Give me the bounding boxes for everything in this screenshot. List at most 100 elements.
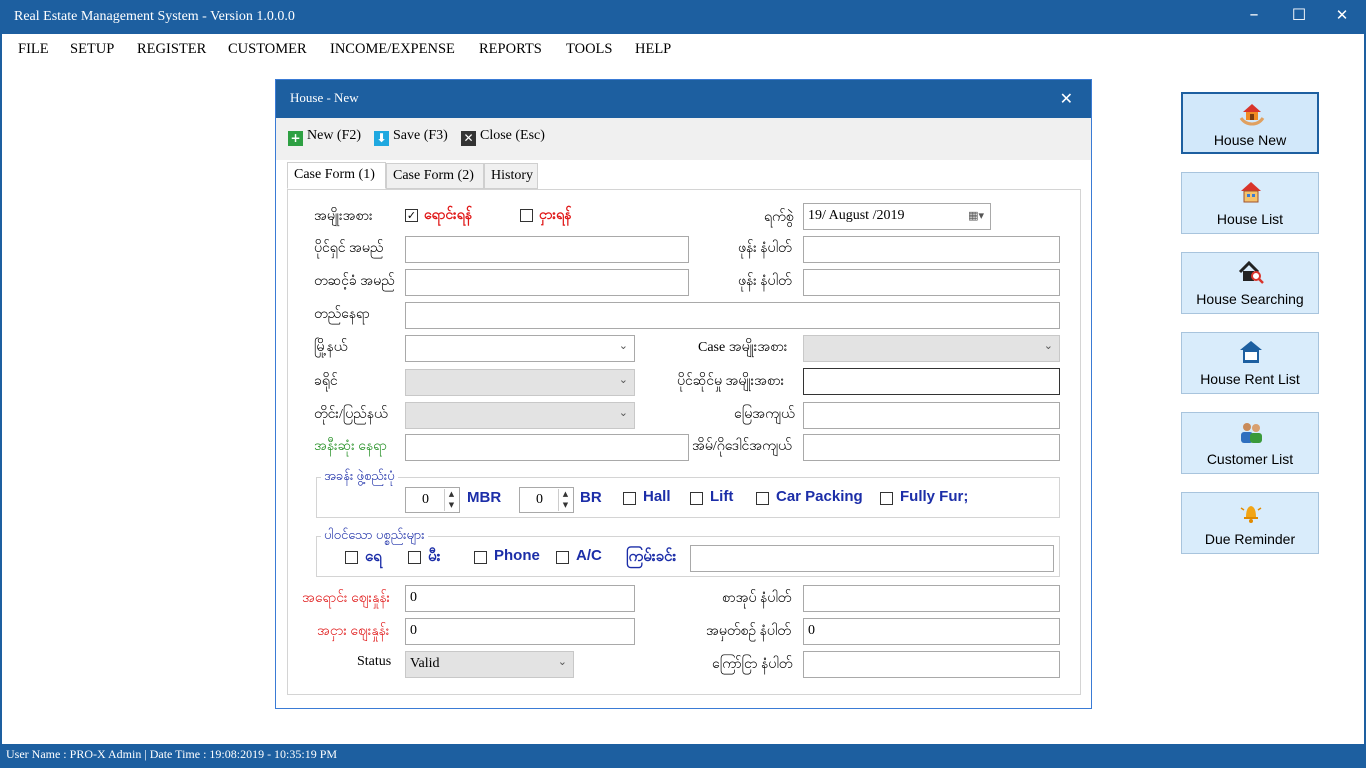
rent-price-input[interactable]: 0: [405, 618, 635, 645]
close-button-label: Close (Esc): [480, 128, 545, 143]
house-new-label: House New: [1213, 132, 1287, 148]
house-list-label: House List: [1216, 211, 1284, 227]
menu-tools[interactable]: TOOLS: [566, 41, 612, 58]
phone-checkbox[interactable]: [474, 551, 487, 564]
status-bar-text: User Name : PRO-X Admin | Date Time : 19…: [6, 747, 338, 761]
address-input[interactable]: [405, 302, 1060, 329]
district-label: ခရိုင်: [314, 374, 338, 389]
rent-checkbox[interactable]: [520, 209, 533, 222]
owner-name-input[interactable]: [405, 236, 689, 263]
sale-price-input[interactable]: 0: [405, 585, 635, 612]
date-value: 19/ August /2019: [808, 208, 905, 223]
sale-price-value: 0: [410, 590, 417, 605]
chevron-down-icon: ⌄: [1043, 339, 1053, 352]
sale-checkbox[interactable]: ✓: [405, 209, 418, 222]
status-value: Valid: [410, 656, 440, 671]
menu-help[interactable]: HELP: [635, 41, 671, 58]
phone2-input[interactable]: [803, 269, 1060, 296]
fully-furnished-checkbox[interactable]: [880, 492, 893, 505]
maximize-icon[interactable]: ☐: [1284, 5, 1314, 27]
spin-arrows-icon[interactable]: ▲ ▼: [558, 489, 572, 511]
customers-icon: [1241, 423, 1262, 443]
phone1-input[interactable]: [803, 236, 1060, 263]
electric-checkbox[interactable]: [408, 551, 421, 564]
ownership-type-label: ပိုင်ဆိုင်မှု အမျိုးအစား: [677, 374, 785, 389]
region-select[interactable]: ⌄: [405, 402, 635, 429]
car-parking-checkbox[interactable]: [756, 492, 769, 505]
minimize-icon[interactable]: –: [1239, 4, 1269, 26]
remark-label: ကြမ်းခင်း: [626, 548, 677, 565]
case-type-label: Case အမျိုးအစား: [698, 340, 788, 355]
township-select[interactable]: ⌄: [405, 335, 635, 362]
house-search-icon: [1238, 260, 1264, 284]
menu-customer[interactable]: CUSTOMER: [228, 41, 307, 58]
ownership-type-input[interactable]: [803, 368, 1060, 395]
close-button[interactable]: ✕ Close (Esc): [461, 128, 545, 146]
mbr-label: MBR: [467, 489, 502, 506]
type-label: အမျိုးအစား: [314, 209, 373, 224]
tab-history[interactable]: History: [484, 163, 538, 189]
ac-checkbox[interactable]: [556, 551, 569, 564]
mbr-value: 0: [422, 492, 429, 507]
electric-label: မီး: [428, 548, 441, 565]
status-select[interactable]: Valid ⌄: [405, 651, 574, 678]
house-list-button[interactable]: House List: [1181, 172, 1319, 234]
new-button-label: New (F2): [307, 128, 362, 143]
br-stepper[interactable]: 0 ▲ ▼: [519, 487, 574, 513]
menu-reports[interactable]: REPORTS: [479, 41, 542, 58]
ad-no-input[interactable]: [803, 651, 1060, 678]
land-area-input[interactable]: [803, 402, 1060, 429]
dialog-close-icon[interactable]: ✕: [1060, 89, 1073, 108]
status-label: Status: [357, 654, 392, 669]
house-new-dialog: House - New ✕ + New (F2) ⬇ Save (F3) ✕ Clos…: [275, 79, 1092, 709]
chevron-down-icon: ⌄: [618, 373, 628, 386]
close-window-icon[interactable]: ✕: [1327, 6, 1357, 28]
reg-no-value: 0: [808, 623, 815, 638]
case-type-select[interactable]: ⌄: [803, 335, 1060, 362]
status-bar: User Name : PRO-X Admin | Date Time : 19…: [0, 744, 1366, 768]
save-button[interactable]: ⬇ Save (F3): [374, 128, 448, 146]
house-searching-button[interactable]: House Searching: [1181, 252, 1319, 314]
nearby-input[interactable]: [405, 434, 689, 461]
rent-price-label: အငှား ဈေးနှုန်း: [317, 624, 390, 639]
house-rent-list-button[interactable]: House Rent List: [1181, 332, 1319, 394]
reg-no-input[interactable]: 0: [803, 618, 1060, 645]
house-new-button[interactable]: House New: [1181, 92, 1319, 154]
room-group-title: အခန်း ဖွဲ့စည်းပုံ: [321, 468, 398, 487]
menu-register[interactable]: REGISTER: [137, 41, 206, 58]
mbr-stepper[interactable]: 0 ▲ ▼: [405, 487, 460, 513]
doc-no-input[interactable]: [803, 585, 1060, 612]
water-checkbox[interactable]: [345, 551, 358, 564]
menu-income-expense[interactable]: INCOME/EXPENSE: [330, 41, 455, 58]
tab-case-form-2[interactable]: Case Form (2): [386, 163, 484, 189]
dialog-title-bar: House - New ✕: [276, 80, 1091, 118]
ac-label: A/C: [576, 547, 602, 564]
menu-file[interactable]: FILE: [18, 41, 49, 58]
fully-furnished-label: Fully Fur;: [900, 488, 969, 505]
due-reminder-label: Due Reminder: [1204, 531, 1296, 547]
remark-input[interactable]: [690, 545, 1054, 572]
tab-case-form-1[interactable]: Case Form (1): [287, 162, 386, 189]
chevron-down-icon: ⌄: [618, 339, 628, 352]
customer-list-label: Customer List: [1206, 451, 1294, 467]
menu-setup[interactable]: SETUP: [70, 41, 114, 58]
save-icon: ⬇: [374, 131, 389, 146]
contact-name-input[interactable]: [405, 269, 689, 296]
house-area-input[interactable]: [803, 434, 1060, 461]
district-select[interactable]: ⌄: [405, 369, 635, 396]
new-button[interactable]: + New (F2): [288, 128, 361, 146]
date-picker[interactable]: 19/ August /2019 ▦▾: [803, 203, 991, 230]
spin-arrows-icon[interactable]: ▲ ▼: [444, 489, 458, 511]
chevron-down-icon: ⌄: [557, 655, 567, 668]
hall-checkbox[interactable]: [623, 492, 636, 505]
due-reminder-button[interactable]: Due Reminder: [1181, 492, 1319, 554]
plus-icon: +: [288, 131, 303, 146]
rent-label: ငှားရန်: [539, 208, 572, 223]
water-label: ရေ: [365, 548, 382, 565]
calendar-icon[interactable]: ▦▾: [968, 209, 984, 222]
customer-list-button[interactable]: Customer List: [1181, 412, 1319, 474]
house-searching-label: House Searching: [1196, 291, 1304, 307]
lift-checkbox[interactable]: [690, 492, 703, 505]
phone2-label: ဖုန်း နံပါတ်: [738, 274, 792, 289]
house-hands-icon: [1239, 104, 1265, 126]
